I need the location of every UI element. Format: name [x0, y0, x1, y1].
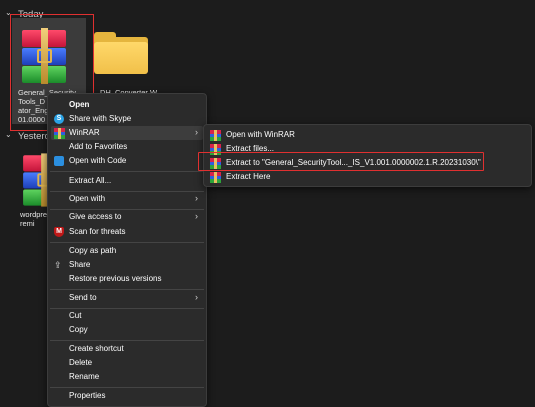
menu-item-add-to-favorites[interactable]: Add to Favorites — [48, 140, 206, 154]
menu-separator — [50, 289, 204, 290]
skype-icon: S — [54, 114, 64, 124]
context-menu: Open S Share with Skype WinRAR › Add to … — [47, 93, 207, 407]
menu-item-share-with-skype[interactable]: S Share with Skype — [48, 112, 206, 126]
menu-item-open-with-code[interactable]: Open with Code — [48, 154, 206, 168]
chevron-down-icon[interactable]: ⌄ — [5, 130, 12, 139]
file-name-label: wordpre remi — [20, 210, 48, 228]
menu-item-label: Extract All... — [69, 176, 112, 185]
chevron-right-icon: › — [195, 127, 198, 137]
menu-item-label: Open — [69, 100, 90, 109]
mcafee-icon: M — [54, 227, 64, 237]
menu-item-copy-as-path[interactable]: Copy as path — [48, 244, 206, 258]
menu-separator — [50, 171, 204, 172]
chevron-right-icon: › — [195, 193, 198, 203]
group-label-yesterday: Yesterd — [18, 131, 50, 142]
folder-icon — [94, 42, 148, 74]
menu-separator — [50, 242, 204, 243]
submenu-item-extract-here[interactable]: Extract Here — [204, 170, 531, 184]
menu-item-label: Open with Code — [69, 156, 127, 165]
menu-item-scan-for-threats[interactable]: M Scan for threats — [48, 225, 206, 239]
menu-item-label: Create shortcut — [69, 344, 124, 353]
menu-item-properties[interactable]: Properties — [48, 389, 206, 403]
menu-item-label: Cut — [69, 311, 82, 320]
menu-item-label: Send to — [69, 293, 97, 302]
menu-item-label: Restore previous versions — [69, 274, 162, 283]
menu-separator — [50, 340, 204, 341]
submenu-item-label: Open with WinRAR — [226, 130, 295, 139]
menu-item-label: Rename — [69, 372, 100, 381]
menu-item-share[interactable]: ⇪ Share — [48, 258, 206, 272]
menu-item-label: Delete — [69, 358, 93, 367]
menu-item-cut[interactable]: Cut — [48, 309, 206, 323]
menu-item-winrar[interactable]: WinRAR › — [48, 126, 206, 140]
submenu-item-label: Extract Here — [226, 172, 271, 181]
menu-separator — [50, 387, 204, 388]
menu-item-label: Share — [69, 260, 91, 269]
menu-item-rename[interactable]: Rename — [48, 370, 206, 384]
menu-item-label: Share with Skype — [69, 114, 132, 123]
menu-item-label: Copy as path — [69, 246, 117, 255]
menu-item-give-access-to[interactable]: Give access to › — [48, 210, 206, 224]
menu-item-open-with[interactable]: Open with › — [48, 192, 206, 206]
folder-dh-converter[interactable] — [92, 30, 152, 80]
submenu-item-open-with-winrar[interactable]: Open with WinRAR — [204, 128, 531, 142]
vscode-icon — [54, 156, 64, 166]
menu-item-label: Scan for threats — [69, 227, 126, 236]
winrar-icon — [54, 128, 65, 139]
menu-item-label: Properties — [69, 391, 106, 400]
annotation-highlight-extract-to — [198, 152, 484, 171]
menu-item-open[interactable]: Open — [48, 98, 206, 112]
chevron-right-icon: › — [195, 211, 198, 221]
menu-item-label: Give access to — [69, 212, 122, 221]
menu-item-extract-all[interactable]: Extract All... — [48, 174, 206, 188]
share-icon: ⇪ — [54, 260, 62, 270]
menu-item-label: Add to Favorites — [69, 142, 128, 151]
winrar-icon — [210, 130, 221, 141]
menu-item-restore-previous-versions[interactable]: Restore previous versions — [48, 272, 206, 286]
winrar-icon — [210, 172, 221, 183]
menu-item-send-to[interactable]: Send to › — [48, 291, 206, 305]
menu-item-copy[interactable]: Copy — [48, 323, 206, 337]
menu-item-create-shortcut[interactable]: Create shortcut — [48, 342, 206, 356]
menu-item-label: WinRAR — [69, 128, 100, 137]
menu-item-delete[interactable]: Delete — [48, 356, 206, 370]
chevron-right-icon: › — [195, 292, 198, 302]
menu-item-label: Open with — [69, 194, 106, 203]
menu-item-label: Copy — [69, 325, 88, 334]
